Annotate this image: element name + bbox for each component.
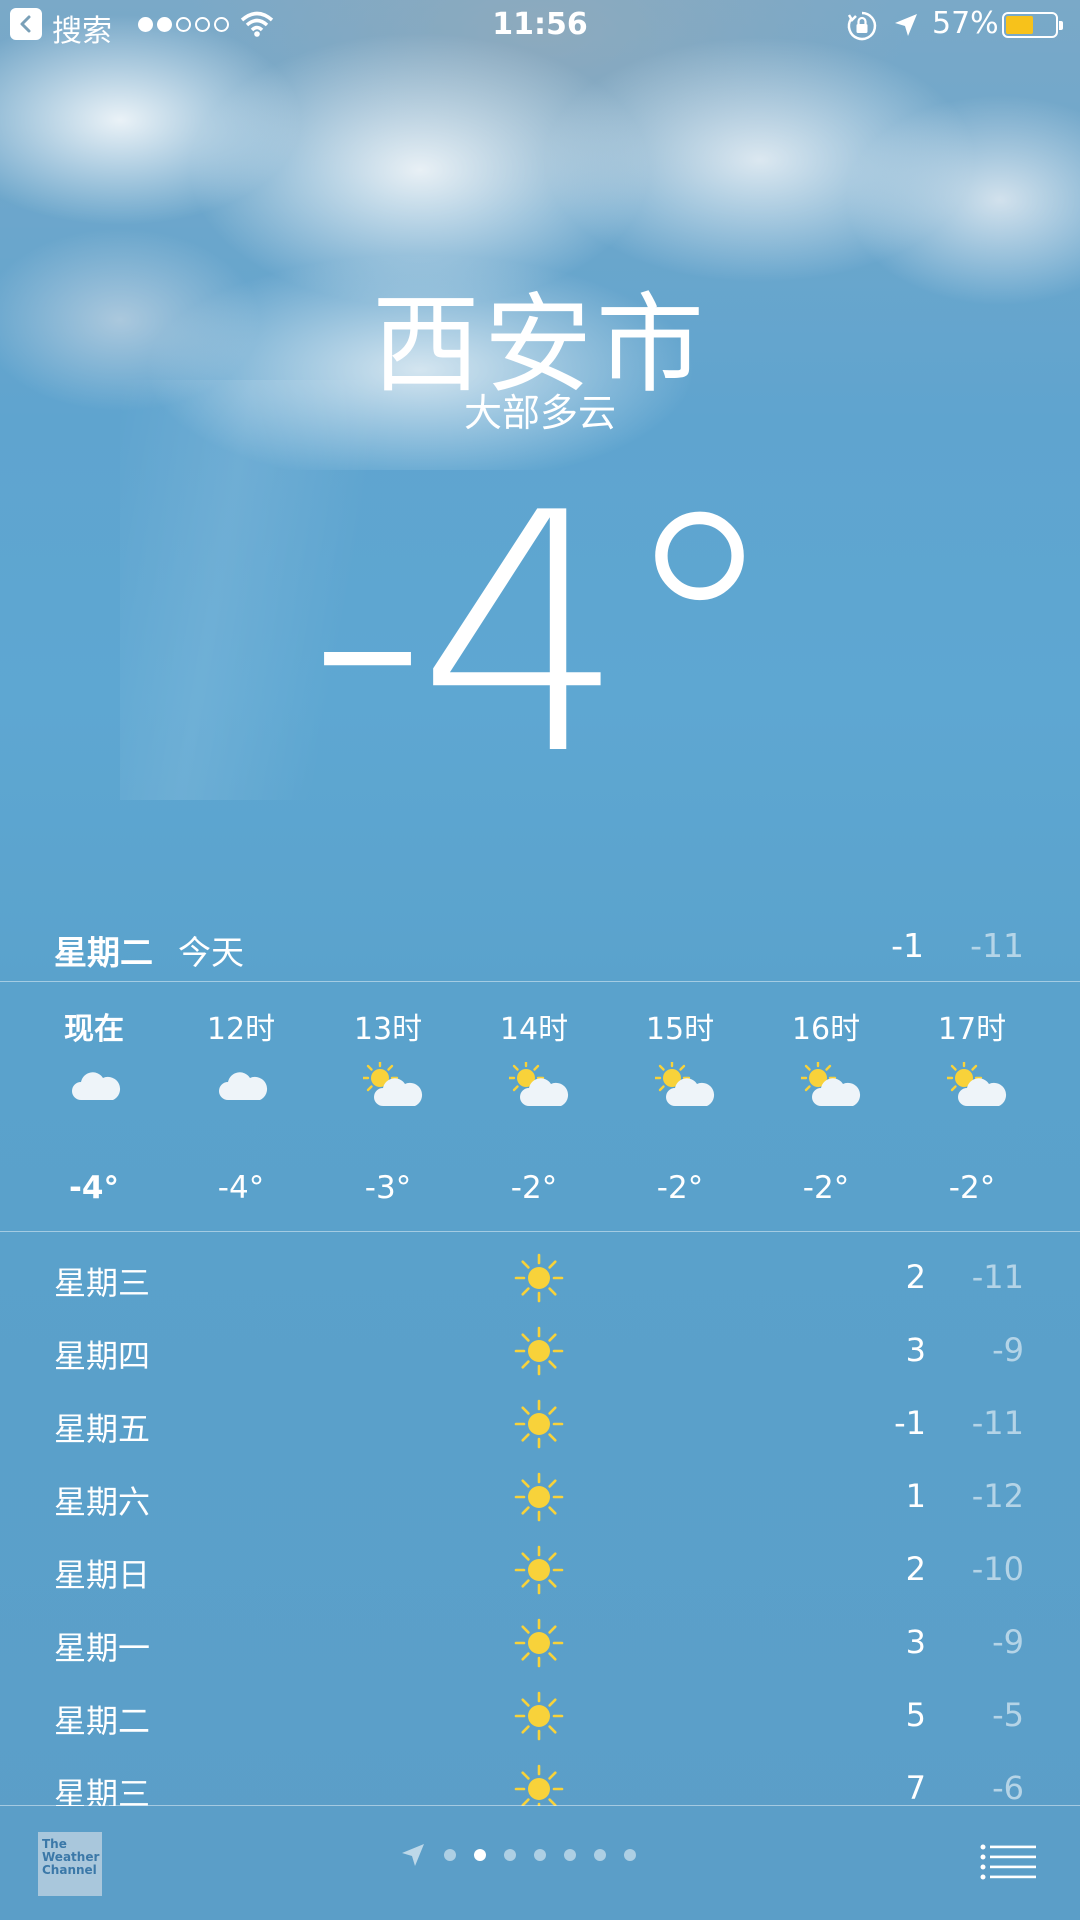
daily-low: -6 xyxy=(992,1769,1024,1807)
page-dot[interactable] xyxy=(474,1849,486,1861)
weather-channel-logo[interactable]: The Weather Channel xyxy=(38,1832,102,1896)
daily-low: -5 xyxy=(992,1696,1024,1734)
battery-nub xyxy=(1059,21,1063,30)
daily-row: 星期三 2 -11 xyxy=(0,1238,1080,1311)
today-high: -1 xyxy=(891,926,924,965)
daily-row: 星期二 5 -5 xyxy=(0,1676,1080,1749)
hourly-time: 16时 xyxy=(791,1012,861,1047)
page-dot[interactable] xyxy=(534,1849,546,1861)
city-list-icon[interactable] xyxy=(980,1844,1038,1880)
today-weekday: 星期二 xyxy=(54,933,153,972)
sun-icon xyxy=(513,1252,565,1304)
cloud-icon xyxy=(216,1062,270,1108)
battery-fill xyxy=(1006,16,1033,34)
today-summary-row: 星期二 今天 -1 -11 xyxy=(0,920,1080,980)
daily-high: -1 xyxy=(894,1404,926,1442)
daily-low: -11 xyxy=(971,1404,1024,1442)
sun-icon xyxy=(513,1617,565,1669)
partly-sunny-icon xyxy=(361,1059,423,1108)
daily-row: 星期日 2 -10 xyxy=(0,1530,1080,1603)
daily-weekday: 星期二 xyxy=(54,1702,151,1740)
hourly-temp: -2° xyxy=(802,1170,850,1206)
page-dot[interactable] xyxy=(504,1849,516,1861)
daily-weekday: 星期三 xyxy=(54,1264,151,1302)
hourly-bottom-divider xyxy=(0,1231,1080,1232)
partly-sunny-icon xyxy=(945,1059,1007,1108)
page-dot[interactable] xyxy=(564,1849,576,1861)
daily-row: 星期一 3 -9 xyxy=(0,1603,1080,1676)
daily-high: 2 xyxy=(905,1258,926,1296)
today-label: 今天 xyxy=(178,933,244,972)
sun-icon xyxy=(513,1690,565,1742)
daily-row: 星期四 3 -9 xyxy=(0,1311,1080,1384)
hourly-time: 12时 xyxy=(206,1012,276,1047)
daily-low: -11 xyxy=(971,1258,1024,1296)
page-dot[interactable] xyxy=(594,1849,606,1861)
daily-low: -12 xyxy=(971,1477,1024,1515)
current-temperature: -4° xyxy=(307,443,782,827)
location-services-icon xyxy=(895,14,917,36)
battery-icon xyxy=(1002,12,1063,38)
partly-sunny-icon xyxy=(507,1059,569,1108)
daily-low: -9 xyxy=(992,1623,1024,1661)
daily-high: 1 xyxy=(905,1477,926,1515)
daily-low: -10 xyxy=(971,1550,1024,1588)
daily-high: 7 xyxy=(905,1769,926,1807)
page-indicator[interactable] xyxy=(400,1842,636,1868)
bottom-toolbar: The Weather Channel xyxy=(0,1806,1080,1920)
hourly-temp: -4° xyxy=(69,1170,119,1206)
partly-sunny-icon xyxy=(653,1059,715,1108)
hourly-time: 现在 xyxy=(64,1012,124,1047)
hourly-temp: -2° xyxy=(656,1170,704,1206)
status-bar: 搜索 11:56 57% xyxy=(0,0,1080,52)
hourly-temp: -4° xyxy=(217,1170,265,1206)
hourly-temp: -3° xyxy=(364,1170,412,1206)
sun-icon xyxy=(513,1398,565,1450)
sun-icon xyxy=(513,1471,565,1523)
hourly-temp: -2° xyxy=(948,1170,996,1206)
daily-high: 2 xyxy=(905,1550,926,1588)
hourly-time: 14时 xyxy=(499,1012,569,1047)
rotation-lock-icon xyxy=(847,11,877,41)
current-condition: 大部多云 xyxy=(463,391,616,435)
page-dot[interactable] xyxy=(624,1849,636,1861)
hourly-time: 13时 xyxy=(353,1012,423,1047)
daily-weekday: 星期四 xyxy=(54,1337,151,1375)
sun-icon xyxy=(513,1325,565,1377)
daily-row: 星期五 -1 -11 xyxy=(0,1384,1080,1457)
cloud-icon xyxy=(69,1062,123,1108)
partly-sunny-icon xyxy=(799,1059,861,1108)
daily-weekday: 星期一 xyxy=(54,1629,151,1667)
sun-icon xyxy=(513,1544,565,1596)
hourly-temp: -2° xyxy=(510,1170,558,1206)
daily-high: 3 xyxy=(905,1623,926,1661)
daily-high: 3 xyxy=(905,1331,926,1369)
daily-weekday: 星期日 xyxy=(54,1556,151,1594)
hourly-time: 17时 xyxy=(937,1012,1007,1047)
daily-weekday: 星期五 xyxy=(54,1410,151,1448)
daily-low: -9 xyxy=(992,1331,1024,1369)
hourly-time: 15时 xyxy=(645,1012,715,1047)
daily-high: 5 xyxy=(905,1696,926,1734)
hourly-forecast[interactable]: 现在 -4° 12时 -4° 13时 -3° 14时 -2° 15时 -2° 16时 -2° 17时 -2… xyxy=(0,982,1080,1230)
page-dot[interactable] xyxy=(444,1849,456,1861)
current-location-page-icon[interactable] xyxy=(400,1842,426,1868)
daily-row: 星期六 1 -12 xyxy=(0,1457,1080,1530)
battery-percentage: 57% xyxy=(932,6,999,41)
today-low: -11 xyxy=(970,926,1024,965)
daily-weekday: 星期六 xyxy=(54,1483,151,1521)
